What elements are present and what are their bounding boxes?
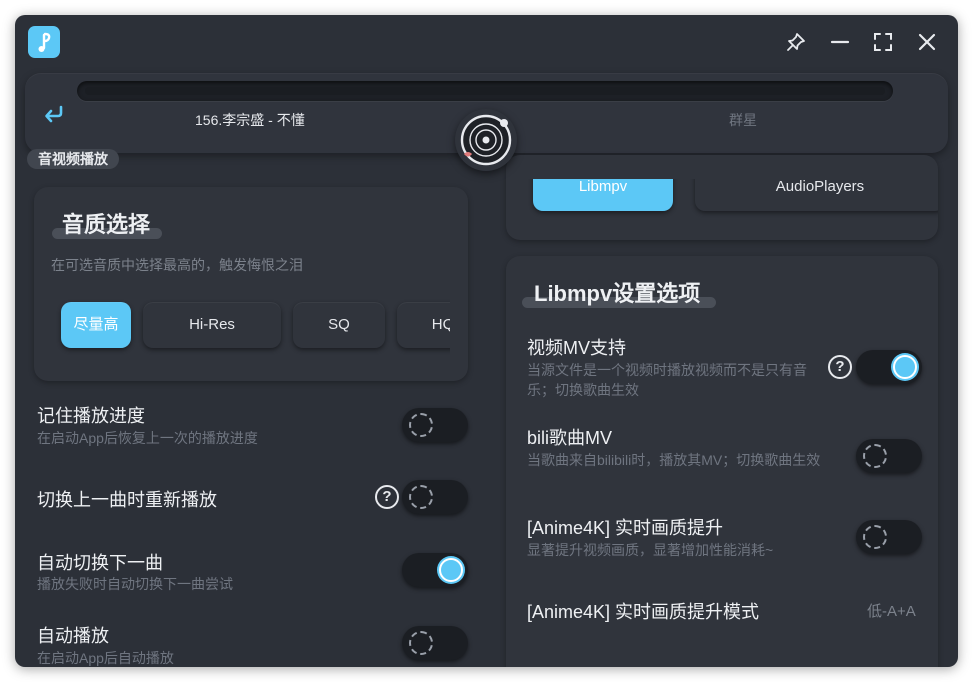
maximize-icon[interactable] bbox=[870, 29, 896, 55]
progress-bar[interactable] bbox=[77, 81, 893, 101]
progress-fill bbox=[85, 87, 885, 95]
toggle-knob bbox=[863, 525, 887, 549]
setting-title: [Anime4K] 实时画质提升模式 bbox=[527, 602, 760, 622]
anime4k-mode-value[interactable]: 低-A+A bbox=[867, 600, 916, 621]
setting-desc: 显著提升视频画质，显著增加性能消耗~ bbox=[527, 542, 774, 558]
setting-desc: 当源文件是一个视频时播放视频而不是只有音乐；切换歌曲生效 bbox=[527, 362, 807, 398]
close-icon[interactable] bbox=[914, 29, 940, 55]
auto-play-toggle[interactable] bbox=[402, 626, 468, 660]
toggle-knob bbox=[409, 413, 433, 437]
setting-desc: 当歌曲来自bilibili时，播放其MV；切换歌曲生效 bbox=[527, 452, 821, 468]
quality-option-hires[interactable]: Hi-Res bbox=[143, 302, 281, 348]
back-icon[interactable] bbox=[41, 101, 67, 127]
help-icon[interactable]: ? bbox=[375, 485, 399, 509]
quality-title-wrap: 音质选择 bbox=[52, 207, 162, 239]
title-bar bbox=[15, 15, 958, 71]
auto-next-toggle[interactable] bbox=[402, 553, 468, 587]
setting-title: 切换上一曲时重新播放 bbox=[37, 490, 217, 510]
song-title[interactable]: 156.李宗盛 - 不懂 bbox=[195, 110, 305, 130]
setting-desc: 在启动App后恢复上一次的播放进度 bbox=[37, 430, 258, 446]
anime4k-toggle[interactable] bbox=[856, 520, 922, 554]
pin-icon[interactable] bbox=[783, 29, 809, 55]
video-mv-toggle[interactable] bbox=[856, 350, 922, 384]
help-icon[interactable]: ? bbox=[828, 355, 852, 379]
quality-option-sq[interactable]: SQ bbox=[293, 302, 385, 348]
quality-title: 音质选择 bbox=[62, 212, 151, 237]
setting-title: [Anime4K] 实时画质提升 bbox=[527, 518, 724, 538]
quality-card: 音质选择 在可选音质中选择最高的，触发悔恨之泪 尽量高 Hi-Res SQ HQ bbox=[34, 187, 468, 381]
setting-title: 自动播放 bbox=[37, 626, 109, 646]
toggle-knob bbox=[439, 558, 463, 582]
minimize-icon[interactable] bbox=[827, 29, 853, 55]
engine-tabs: Libmpv AudioPlayers bbox=[506, 179, 938, 219]
toggle-knob bbox=[863, 444, 887, 468]
quality-hint: 在可选音质中选择最高的，触发悔恨之泪 bbox=[51, 257, 303, 273]
app-window: 156.李宗盛 - 不懂 群星 音视频播放 音质选择 在可选音质中选择最高的，触… bbox=[15, 15, 958, 667]
quality-options: 尽量高 Hi-Res SQ HQ bbox=[56, 297, 450, 355]
tab-audioplayers[interactable]: AudioPlayers bbox=[695, 179, 938, 211]
vinyl-disc-icon[interactable] bbox=[455, 109, 517, 171]
libmpv-card: Libmpv设置选项 视频MV支持 当源文件是一个视频时播放视频而不是只有音乐；… bbox=[506, 256, 938, 667]
toggle-knob bbox=[409, 631, 433, 655]
app-logo-icon bbox=[28, 26, 60, 58]
remember-progress-toggle[interactable] bbox=[402, 408, 468, 442]
setting-title: 记住播放进度 bbox=[37, 406, 145, 426]
setting-title: 自动切换下一曲 bbox=[37, 553, 163, 573]
toggle-knob bbox=[409, 485, 433, 509]
quality-option-hq[interactable]: HQ bbox=[397, 302, 450, 348]
setting-desc: 在启动App后自动播放 bbox=[37, 650, 174, 666]
setting-desc: 播放失败时自动切换下一曲尝试 bbox=[37, 576, 233, 592]
toggle-knob bbox=[893, 355, 917, 379]
libmpv-title: Libmpv设置选项 bbox=[534, 281, 701, 306]
artist-name[interactable]: 群星 bbox=[729, 110, 757, 130]
setting-title: 视频MV支持 bbox=[527, 338, 626, 358]
section-label: 音视频播放 bbox=[27, 149, 119, 169]
setting-title: bili歌曲MV bbox=[527, 428, 613, 448]
engine-tabs-card: Libmpv AudioPlayers bbox=[506, 155, 938, 240]
replay-on-previous-toggle[interactable] bbox=[402, 480, 468, 514]
bili-mv-toggle[interactable] bbox=[856, 439, 922, 473]
libmpv-title-wrap: Libmpv设置选项 bbox=[522, 276, 716, 308]
tab-libmpv[interactable]: Libmpv bbox=[533, 179, 673, 211]
quality-option-highest[interactable]: 尽量高 bbox=[61, 302, 131, 348]
